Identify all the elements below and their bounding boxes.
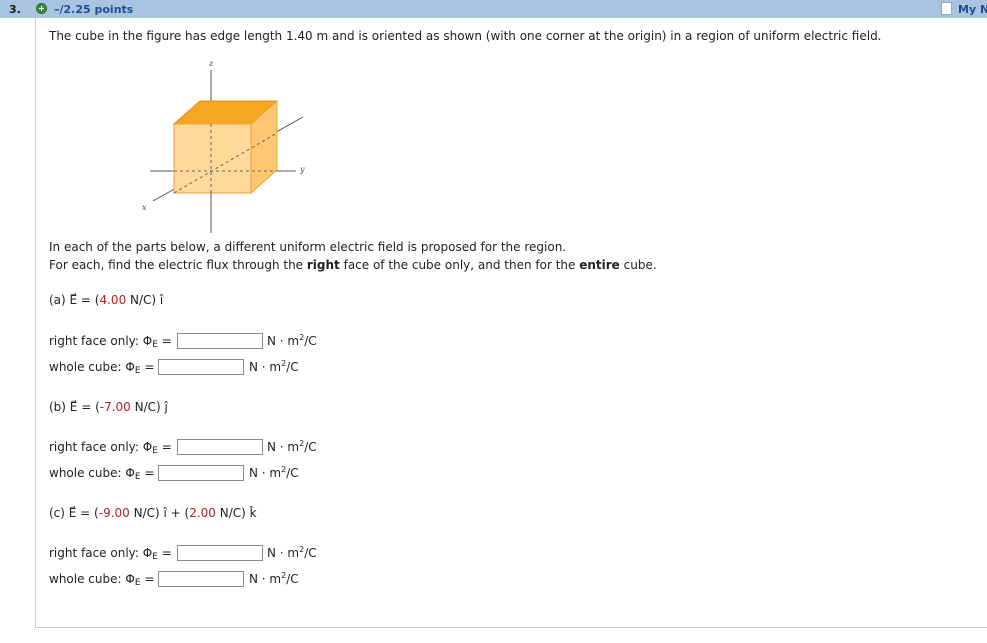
question-number: 3. bbox=[9, 3, 21, 16]
part-b-whole-label: whole cube: ΦE = bbox=[49, 466, 155, 482]
part-b-right-input[interactable] bbox=[177, 439, 263, 455]
part-b-right-label: right face only: ΦE = bbox=[49, 440, 172, 456]
part-a-right-label: right face only: ΦE = bbox=[49, 334, 172, 350]
cube-figure: z y x bbox=[142, 59, 305, 233]
my-notes-label[interactable]: My Notes bbox=[958, 3, 987, 16]
part-a-field: (a) E⃗ = (4.00 N/C) î bbox=[49, 293, 164, 307]
part-b-whole-input[interactable] bbox=[158, 465, 244, 481]
notes-icon bbox=[941, 2, 952, 15]
instructions-line-2: For each, find the electric flux through… bbox=[49, 258, 657, 272]
part-a-whole-label: whole cube: ΦE = bbox=[49, 360, 155, 376]
part-a-right-unit: N · m2/C bbox=[267, 333, 317, 349]
part-c-field: (c) E⃗ = (-9.00 N/C) î + (2.00 N/C) k̂ bbox=[49, 506, 257, 520]
x-axis-label: x bbox=[142, 203, 147, 212]
part-b-whole-unit: N · m2/C bbox=[249, 465, 299, 481]
problem-statement: The cube in the figure has edge length 1… bbox=[49, 29, 882, 43]
part-b-right-unit: N · m2/C bbox=[267, 439, 317, 455]
part-a-whole-input[interactable] bbox=[158, 359, 244, 375]
part-c-whole-input[interactable] bbox=[158, 571, 244, 587]
points-label: –/2.25 points bbox=[54, 3, 134, 16]
part-a-whole-unit: N · m2/C bbox=[249, 359, 299, 375]
part-c-right-input[interactable] bbox=[177, 545, 263, 561]
cube-front-face bbox=[173, 123, 252, 194]
part-a-right-input[interactable] bbox=[177, 333, 263, 349]
my-notes-link[interactable]: My Notes bbox=[941, 0, 987, 18]
question-header: 3. –/2.25 points My Notes bbox=[0, 0, 987, 18]
y-axis-label: y bbox=[299, 165, 305, 174]
part-c-right-unit: N · m2/C bbox=[267, 545, 317, 561]
instructions-line-1: In each of the parts below, a different … bbox=[49, 240, 567, 254]
part-c-right-label: right face only: ΦE = bbox=[49, 546, 172, 562]
z-axis-label: z bbox=[208, 59, 214, 68]
part-c-whole-label: whole cube: ΦE = bbox=[49, 572, 155, 588]
part-c-whole-unit: N · m2/C bbox=[249, 571, 299, 587]
expand-plus-icon[interactable] bbox=[36, 3, 47, 14]
part-b-field: (b) E⃗ = (-7.00 N/C) ĵ bbox=[49, 400, 168, 414]
